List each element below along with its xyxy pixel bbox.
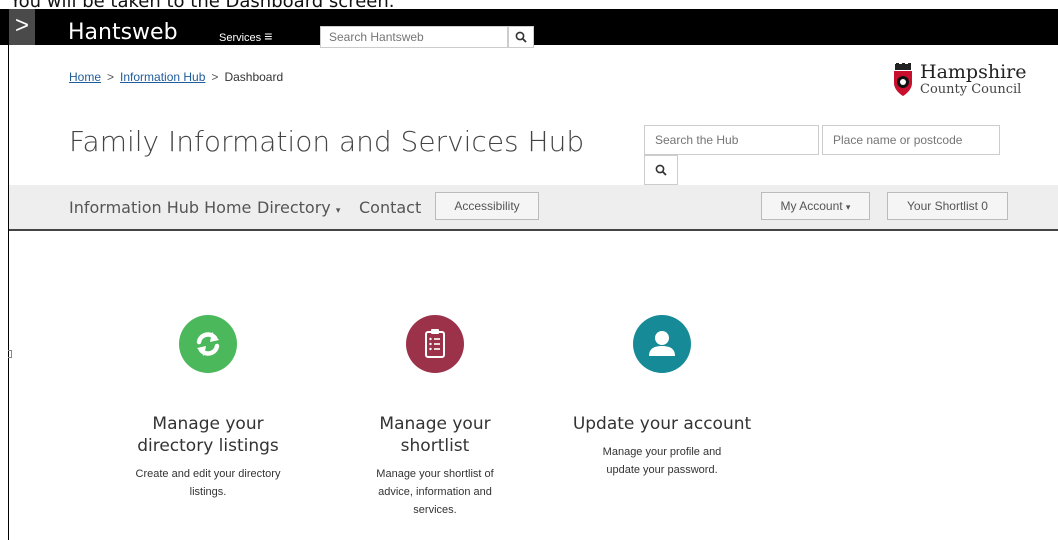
card-description: Manage your shortlist of advice, informa… — [330, 465, 540, 519]
caret-down-icon: ▾ — [845, 202, 851, 212]
breadcrumb-current: Dashboard — [224, 70, 284, 84]
council-crest-icon — [894, 63, 912, 96]
card-title: Manage your directory listings — [103, 413, 313, 457]
manage-directory-listings-card[interactable]: Manage your directory listings Create an… — [103, 315, 313, 501]
left-border — [8, 45, 9, 540]
shortlist-icon-circle — [406, 315, 464, 373]
refresh-icon — [196, 332, 220, 356]
card-title-line: Manage your — [379, 414, 491, 434]
card-desc-line: Manage your shortlist of — [376, 468, 494, 480]
card-desc-line: advice, information and — [378, 486, 492, 498]
hub-search-input[interactable] — [644, 125, 819, 155]
hantsweb-brand[interactable]: Hantsweb — [68, 20, 178, 45]
logo-line-2: County Council — [920, 82, 1022, 97]
card-title: Update your account — [557, 413, 767, 435]
search-icon — [655, 164, 667, 176]
services-label: Services — [219, 32, 262, 44]
my-account-label: My Account — [780, 199, 843, 213]
services-menu-button[interactable]: Services ≡ — [219, 28, 272, 44]
card-desc-line: listings. — [189, 486, 227, 498]
breadcrumb-information-hub-link[interactable]: Information Hub — [120, 70, 205, 84]
clipboard-icon — [425, 329, 445, 358]
place-name-postcode-input[interactable] — [822, 125, 1000, 155]
card-description: Manage your profile and update your pass… — [557, 443, 767, 479]
card-description: Create and edit your directory listings. — [103, 465, 313, 501]
user-icon — [649, 331, 675, 356]
directory-icon-circle — [179, 315, 237, 373]
nav-directory-label: Directory — [257, 198, 331, 217]
card-title: Manage your shortlist — [330, 413, 540, 457]
update-account-card[interactable]: Update your account Manage your profile … — [557, 315, 767, 479]
left-edge-marker — [8, 350, 12, 358]
breadcrumb-separator: > — [211, 70, 219, 84]
search-icon — [515, 31, 527, 43]
card-title-line: Update your account — [572, 414, 752, 434]
nav-information-hub-home[interactable]: Information Hub Home — [69, 198, 251, 217]
accessibility-button[interactable]: Accessibility — [435, 192, 539, 220]
nav-directory-dropdown[interactable]: Directory ▾ — [257, 198, 340, 217]
breadcrumb: Home > Information Hub > Dashboard — [69, 70, 283, 84]
hub-search-button[interactable] — [644, 155, 678, 185]
caret-down-icon: ▾ — [335, 206, 341, 216]
nav-contact[interactable]: Contact — [359, 198, 421, 217]
main-nav-bar: Information Hub Home Directory ▾ Contact… — [9, 185, 1058, 231]
sidebar-toggle-button[interactable]: > — [9, 9, 35, 45]
hamburger-icon: ≡ — [264, 28, 273, 44]
card-desc-line: services. — [413, 504, 457, 516]
your-shortlist-button[interactable]: Your Shortlist 0 — [887, 192, 1008, 220]
account-icon-circle — [633, 315, 691, 373]
card-title-line: directory listings — [137, 436, 279, 456]
hantsweb-search-input[interactable] — [320, 26, 508, 48]
breadcrumb-home-link[interactable]: Home — [69, 70, 101, 84]
breadcrumb-separator: > — [107, 70, 115, 84]
hantsweb-search-button[interactable] — [508, 26, 534, 48]
card-title-line: shortlist — [400, 436, 470, 456]
manage-shortlist-card[interactable]: Manage your shortlist Manage your shortl… — [330, 315, 540, 519]
hantsweb-top-bar: Hantsweb Services ≡ — [0, 9, 1058, 48]
page-title: Family Information and Services Hub — [69, 125, 585, 158]
card-desc-line: update your password. — [606, 464, 718, 476]
card-desc-line: Manage your profile and — [602, 446, 722, 458]
card-title-line: Manage your — [152, 414, 264, 434]
my-account-dropdown[interactable]: My Account ▾ — [761, 192, 870, 220]
card-desc-line: Create and edit your directory — [135, 468, 281, 480]
logo-line-1: Hampshire — [920, 61, 1027, 83]
